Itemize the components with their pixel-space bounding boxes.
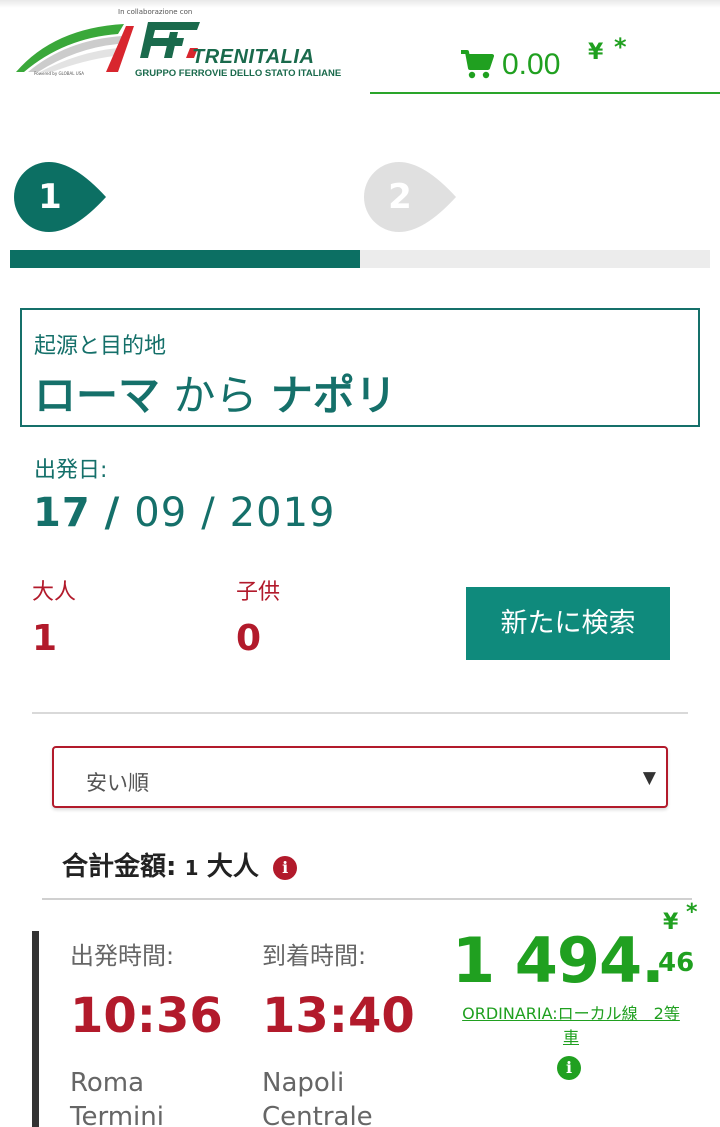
step-1-indicator: 1 [14,162,110,232]
fare-class-link[interactable]: ORDINARIA:ローカル線 2等車 [455,1002,687,1050]
date-separator: / [201,490,216,536]
step-1-number: 1 [38,177,62,217]
logo-powered-text: Powered by GLOBAL USA [34,71,85,76]
sort-selected-value: 安い順 [86,771,149,795]
info-icon[interactable]: i [557,1056,581,1080]
shopping-cart-icon [461,50,494,79]
price-currency: ¥ [663,910,679,935]
price-integer: 1 494. [452,924,665,997]
fare-price[interactable]: 1 494. 46 ¥ * [452,900,712,997]
sort-select[interactable]: 安い順 ▼ [52,746,668,808]
date-year: 2019 [229,490,336,536]
date-separator: / [104,490,121,536]
route-box: 起源と目的地 ローマ から ナポリ [20,308,700,427]
total-passenger-count: 1 [184,856,199,880]
top-shadow [0,0,720,8]
children-label: 子供 [236,580,281,605]
children-count: 0 [236,618,262,659]
arrival-time-label: 到着時間: [262,942,367,970]
progress-bar-fill [10,250,360,268]
total-label: 合計金額: [62,852,177,882]
route-summary: ローマ から ナポリ [34,362,397,423]
arrival-time: 13:40 [262,988,415,1044]
progress-bar [10,250,710,268]
date-month: 09 [134,490,188,536]
route-origin: ローマ [34,371,161,420]
total-amount-line: 合計金額: 1 大人 i [62,846,298,883]
train-card-accent-bar [32,931,39,1127]
caret-down-icon: ▼ [642,768,656,788]
new-search-button[interactable]: 新たに検索 [466,587,670,660]
departure-date-value: 17 / 09 / 2019 [33,490,335,536]
step-2-indicator: 2 [364,162,460,232]
route-connector: から [173,371,258,420]
divider [32,712,688,714]
step-2-number: 2 [388,177,412,217]
cart-amount: 0.00 [502,48,561,81]
logo-brand-text: TRENITALIA [192,46,315,68]
route-destination: ナポリ [270,371,397,420]
logo-subtitle: GRUPPO FERROVIE DELLO STATO ITALIANE [135,68,342,79]
cart-asterisk: * [614,33,627,61]
total-passenger-unit: 大人 [206,852,259,882]
cart-summary[interactable]: 0.00 ¥ * [370,30,720,94]
trenitalia-logo[interactable]: In collaborazione con TRENITALIA GRUPPO … [14,8,341,84]
info-icon[interactable]: i [273,856,298,880]
departure-station: Roma Termini [70,1068,164,1127]
logo-collab-text: In collaborazione con [118,8,193,16]
cart-currency: ¥ [588,40,604,65]
adults-count: 1 [32,618,58,659]
arrival-station: Napoli Centrale [262,1068,373,1127]
adults-label: 大人 [32,580,77,605]
departure-time-label: 出発時間: [70,942,175,970]
departure-time: 10:36 [70,988,223,1044]
departure-date-label: 出発日: [34,458,108,483]
date-day: 17 [33,490,91,536]
divider [42,898,692,900]
price-decimal: 46 [658,948,695,978]
price-asterisk: * [686,900,698,925]
route-label: 起源と目的地 [34,334,167,359]
